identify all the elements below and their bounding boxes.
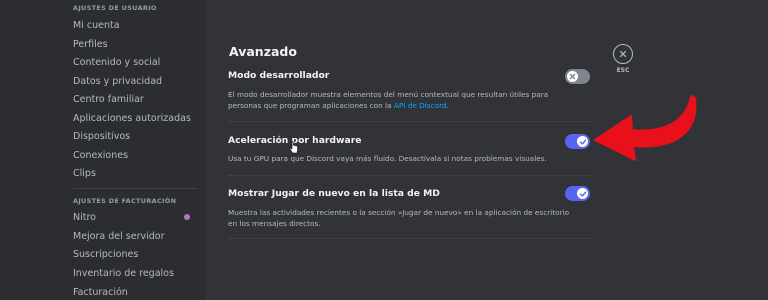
setting-divider: [228, 175, 591, 176]
sidebar-item-label: Clips: [73, 167, 96, 179]
hardware-acceleration-description: Usa tu GPU para que Discord vaya más flu…: [228, 154, 547, 163]
pointer-cursor: [289, 141, 298, 154]
esc-close[interactable]: ESC: [611, 44, 635, 74]
sidebar-item-label: Centro familiar: [73, 93, 144, 105]
user-settings-header: AJUSTES DE USUARIO: [73, 4, 157, 12]
red-arrow: [594, 95, 697, 161]
show-play-again-title: Mostrar Jugar de nuevo en la lista de MD: [228, 188, 440, 199]
sidebar-item-nitro[interactable]: Nitro: [66, 209, 196, 225]
x-icon: [569, 73, 576, 80]
sidebar-item-label: Nitro: [73, 211, 96, 223]
sidebar-item-contenido-social[interactable]: Contenido y social: [66, 54, 196, 70]
sidebar-item-inventario-regalos[interactable]: Inventario de regalos: [66, 265, 196, 281]
sidebar-item-label: Perfiles: [73, 38, 108, 50]
sidebar-item-mi-cuenta[interactable]: Mi cuenta: [66, 17, 196, 33]
api-discord-link[interactable]: API de Discord: [394, 101, 447, 110]
sidebar-item-conexiones[interactable]: Conexiones: [66, 147, 196, 163]
developer-mode-title: Modo desarrollador: [228, 70, 330, 81]
sidebar-item-clips[interactable]: Clips: [66, 165, 196, 181]
check-icon: [579, 191, 586, 197]
developer-mode-toggle[interactable]: [565, 69, 590, 84]
sidebar-item-label: Facturación: [73, 286, 128, 298]
sidebar-item-label: Dispositivos: [73, 130, 131, 142]
close-button[interactable]: [613, 44, 633, 64]
sidebar-item-label: Contenido y social: [73, 56, 161, 68]
nitro-badge-dot: [184, 214, 190, 220]
setting-divider: [228, 121, 591, 122]
toggle-knob: [567, 71, 578, 82]
sidebar-item-label: Mejora del servidor: [73, 230, 165, 242]
close-icon: [619, 50, 627, 58]
billing-settings-header: AJUSTES DE FACTURACIÓN: [73, 197, 177, 205]
sidebar-item-label: Suscripciones: [73, 248, 139, 260]
sidebar-item-label: Conexiones: [73, 149, 129, 161]
sidebar-item-suscripciones[interactable]: Suscripciones: [66, 246, 196, 262]
sidebar-item-label: Inventario de regalos: [73, 267, 174, 279]
esc-label: ESC: [616, 67, 630, 74]
sidebar-item-facturacion[interactable]: Facturación: [66, 284, 196, 300]
sidebar-divider: [73, 188, 197, 189]
sidebar-item-perfiles[interactable]: Perfiles: [66, 36, 196, 52]
sidebar-item-label: Mi cuenta: [73, 19, 120, 31]
sidebar-item-dispositivos[interactable]: Dispositivos: [66, 128, 196, 144]
show-play-again-description: Muestra las actividades recientes o la s…: [228, 208, 570, 228]
settings-sidebar: AJUSTES DE USUARIO Mi cuenta Perfiles Co…: [0, 0, 206, 300]
page-title: Avanzado: [229, 44, 297, 59]
sidebar-item-label: Datos y privacidad: [73, 75, 163, 87]
sidebar-item-datos-privacidad[interactable]: Datos y privacidad: [66, 73, 196, 89]
sidebar-item-mejora-servidor[interactable]: Mejora del servidor: [66, 228, 196, 244]
sidebar-item-aplicaciones-autorizadas[interactable]: Aplicaciones autorizadas: [66, 110, 196, 126]
sidebar-item-label: Aplicaciones autorizadas: [73, 112, 191, 124]
developer-mode-description: El modo desarrollador muestra elementos …: [228, 90, 549, 110]
setting-divider: [228, 238, 591, 239]
sidebar-item-centro-familiar[interactable]: Centro familiar: [66, 91, 196, 107]
